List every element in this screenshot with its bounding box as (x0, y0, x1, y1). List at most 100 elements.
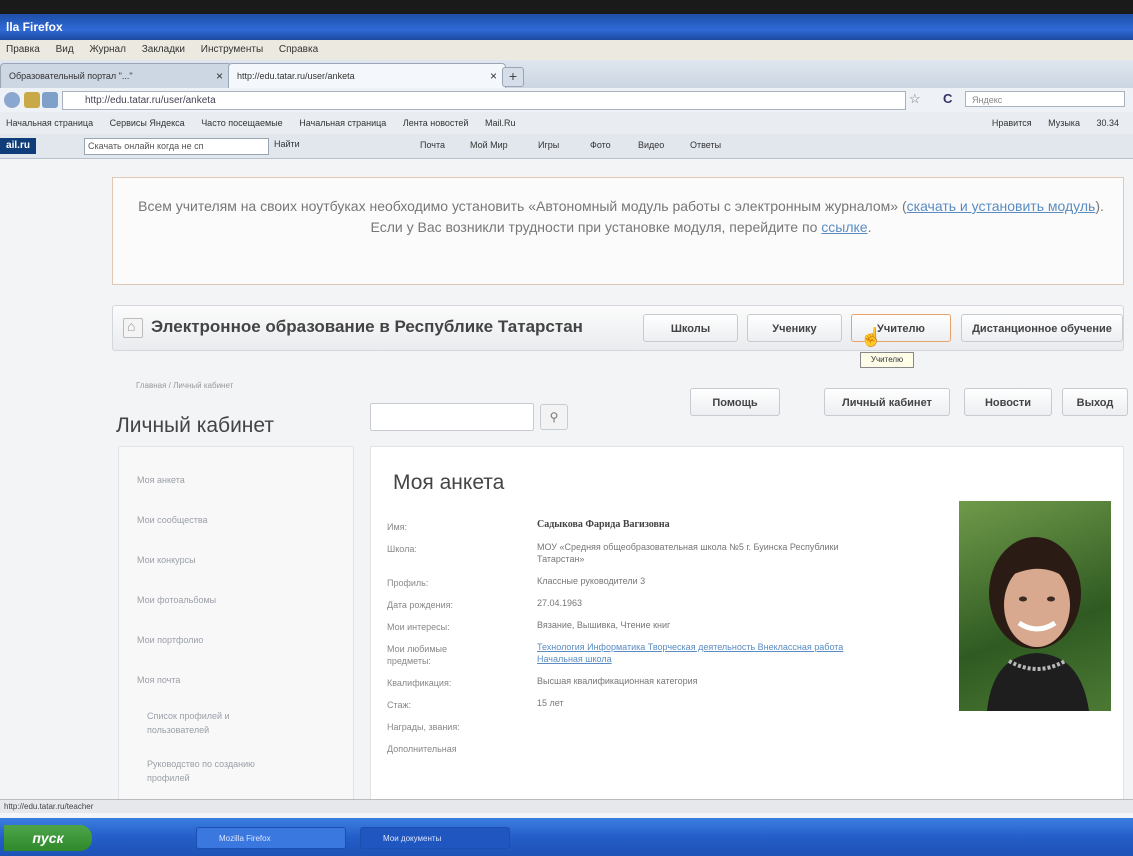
hand-cursor-icon: ☝ (860, 327, 883, 347)
toolbar-item[interactable]: Мой Мир (470, 140, 508, 150)
menu-view[interactable]: Вид (56, 44, 74, 55)
portal-header: Электронное образование в Республике Тат… (112, 305, 1124, 351)
menu-history[interactable]: Журнал (89, 44, 126, 55)
portal-title[interactable]: Электронное образование в Республике Тат… (151, 317, 583, 337)
field-qualification-value: Высшая квалификационная категория (537, 676, 698, 686)
tab-label: http://edu.tatar.ru/user/anketa (237, 71, 355, 81)
bookmark-item[interactable]: Начальная страница (6, 118, 93, 128)
navigation-bar: http://edu.tatar.ru/user/anketa ☆ C Янде… (0, 88, 1133, 113)
sidebar-item-profiles-list[interactable]: Список профилей и пользователей (147, 709, 267, 737)
field-label: Дата рождения: (387, 600, 453, 610)
news-button[interactable]: Новости (964, 388, 1052, 416)
status-bar: http://edu.tatar.ru/teacher (0, 799, 1133, 813)
address-bar[interactable]: http://edu.tatar.ru/user/anketa (62, 91, 906, 110)
window-titlebar: lla Firefox (0, 14, 1133, 40)
field-label: Награды, звания: (387, 722, 460, 732)
tab-students[interactable]: Ученику (747, 314, 842, 342)
tab-label: Образовательный портал "..." (9, 71, 133, 81)
sidebar-menu: Моя анкета Мои сообщества Мои конкурсы М… (118, 446, 354, 808)
page-title: Личный кабинет (116, 414, 274, 437)
toolbar-item[interactable]: Фото (590, 140, 611, 150)
toolbar-search-input[interactable]: Скачать онлайн когда не сп (84, 138, 269, 155)
breadcrumb[interactable]: Главная / Личный кабинет (136, 381, 233, 390)
bookmark-item[interactable]: Лента новостей (403, 118, 469, 128)
portrait-image (987, 537, 1089, 711)
sidebar-item-profile[interactable]: Моя анкета (137, 473, 337, 487)
window-title: lla Firefox (6, 20, 63, 34)
page-content: Всем учителям на своих ноутбуках необход… (0, 159, 1133, 808)
bookmarks-bar: Начальная страница Сервисы Яндекса Часто… (0, 112, 1133, 135)
notice-text-part: Всем учителям на своих ноутбуках необход… (138, 198, 907, 214)
taskbar-item-firefox[interactable]: Mozilla Firefox (196, 827, 346, 849)
field-birthdate-value: 27.04.1963 (537, 598, 583, 608)
toolbar-item[interactable]: Почта (420, 140, 445, 150)
field-school-value: МОУ «Средняя общеобразовательная школа №… (537, 542, 839, 564)
field-label: Имя: (387, 522, 408, 532)
field-label: Школа: (387, 544, 417, 554)
back-icon[interactable] (4, 92, 20, 108)
field-subjects-value: Технология Информатика Творческая деятел… (537, 641, 857, 665)
menu-bar: Правка Вид Журнал Закладки Инструменты С… (0, 40, 1133, 61)
bookmarks-right: Нравится Музыка 30.34 (986, 112, 1127, 128)
help-link[interactable]: ссылке (821, 219, 867, 235)
site-search-input[interactable] (370, 403, 534, 431)
account-button[interactable]: Личный кабинет (824, 388, 950, 416)
toolbar-item[interactable]: Ответы (690, 140, 721, 150)
toolbar-item[interactable]: Видео (638, 140, 664, 150)
mailru-toolbar: ail.ru Скачать онлайн когда не сп Найти … (0, 134, 1133, 159)
close-icon[interactable]: × (490, 64, 497, 88)
star-icon[interactable]: ☆ (909, 91, 921, 107)
menu-bookmarks[interactable]: Закладки (142, 44, 185, 55)
bookmark-item[interactable]: Нравится (992, 118, 1032, 128)
profile-panel: Моя анкета Имя: Садыкова Фарида Вагизовн… (370, 446, 1124, 808)
taskbar-item-documents[interactable]: Мои документы (360, 827, 510, 849)
help-button[interactable]: Помощь (690, 388, 780, 416)
bookmark-item[interactable]: Музыка (1048, 118, 1080, 128)
home-icon[interactable] (24, 92, 40, 108)
page-icon (42, 92, 58, 108)
bookmark-item[interactable]: Mail.Ru (485, 118, 516, 128)
notice-text-part: . (867, 219, 872, 235)
notice-text: Всем учителям на своих ноутбуках необход… (129, 196, 1113, 238)
browser-tab[interactable]: Образовательный портал "..." × (0, 63, 232, 88)
menu-help[interactable]: Справка (279, 44, 318, 55)
sidebar-item-mail[interactable]: Моя почта (137, 673, 337, 687)
taskbar: пуск Mozilla Firefox Мои документы (0, 818, 1133, 856)
tab-bar: Образовательный портал "..." × http://ed… (0, 60, 1133, 89)
tab-schools[interactable]: Школы (643, 314, 738, 342)
profile-title: Моя анкета (393, 471, 505, 494)
bookmark-item[interactable]: Сервисы Яндекса (110, 118, 185, 128)
toolbar-item[interactable]: Игры (538, 140, 559, 150)
close-icon[interactable]: × (216, 64, 223, 88)
sidebar-item-contests[interactable]: Мои конкурсы (137, 553, 337, 567)
search-input[interactable]: Яндекс (965, 91, 1125, 107)
menu-edit[interactable]: Правка (6, 44, 40, 55)
field-experience-value: 15 лет (537, 698, 564, 708)
home-icon[interactable] (123, 318, 143, 338)
browser-tab-active[interactable]: http://edu.tatar.ru/user/anketa × (228, 63, 506, 88)
sidebar-item-photos[interactable]: Мои фотоальбомы (137, 593, 337, 607)
bookmark-item[interactable]: Начальная страница (299, 118, 386, 128)
start-button[interactable]: пуск (4, 825, 92, 851)
nav-right-controls: ☆ C Яндекс (905, 91, 1127, 108)
field-label: Мои любимые предметы: (387, 644, 447, 666)
toolbar-find-button[interactable]: Найти (274, 139, 300, 149)
logout-button[interactable]: Выход (1062, 388, 1128, 416)
sidebar-item-communities[interactable]: Мои сообщества (137, 513, 337, 527)
field-label: Стаж: (387, 700, 412, 710)
sidebar-item-guide[interactable]: Руководство по созданию профилей (147, 757, 277, 785)
mailru-logo[interactable]: ail.ru (0, 138, 36, 154)
bookmark-item: 30.34 (1096, 118, 1119, 128)
tab-distance-learning[interactable]: Дистанционное обучение (961, 314, 1123, 342)
field-label: Профиль: (387, 578, 429, 588)
search-icon[interactable]: ⚲ (540, 404, 568, 430)
field-interests-value: Вязание, Вышивка, Чтение книг (537, 620, 671, 630)
bookmark-item[interactable]: Часто посещаемые (201, 118, 283, 128)
download-module-link[interactable]: скачать и установить модуль (907, 198, 1096, 214)
menu-tools[interactable]: Инструменты (201, 44, 263, 55)
reload-icon[interactable]: C (943, 91, 952, 106)
field-name-value: Садыкова Фарида Вагизовна (537, 519, 670, 530)
subjects-links[interactable]: Технология Информатика Творческая деятел… (537, 642, 843, 664)
sidebar-item-portfolio[interactable]: Мои портфолио (137, 633, 337, 647)
new-tab-button[interactable]: + (502, 67, 524, 87)
